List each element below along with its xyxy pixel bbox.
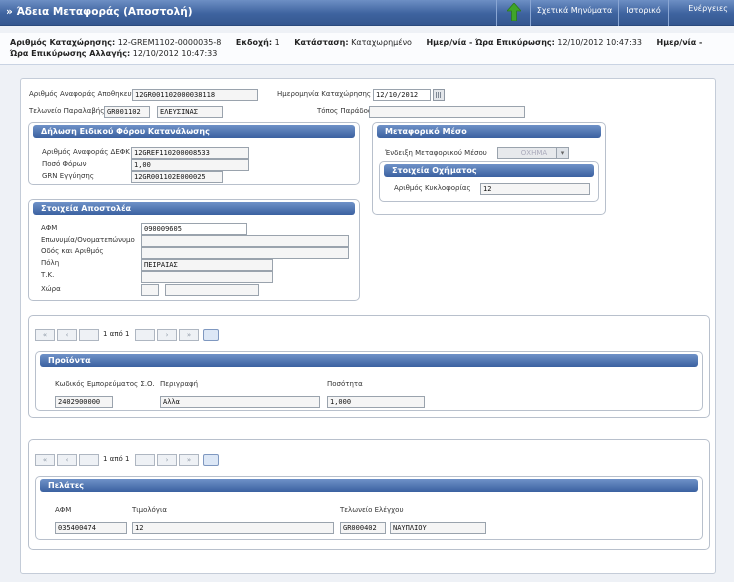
sender-name-label: Επωνυμία/Ονοματεπώνυμο	[41, 236, 135, 244]
clients-col-invoice: Τιμολόγια	[132, 506, 167, 514]
clients-prev-page-button[interactable]: ‹	[57, 454, 77, 466]
window-titlebar: » Άδεια Μεταφοράς (Αποστολή) Σχετικά Μην…	[0, 0, 734, 26]
sender-zip-label: Τ.Κ.	[41, 271, 55, 279]
sender-name-field[interactable]	[141, 235, 349, 247]
record-info-bar: Αριθμός Καταχώρησης: 12-GREM1102-0000035…	[0, 33, 734, 65]
reg-date-label: Ημερ/νία - Ώρα Επικύρωσης:	[426, 38, 555, 47]
products-col-desc: Περιγραφή	[160, 380, 199, 388]
plate-field[interactable]: 12	[480, 183, 590, 195]
products-page-input[interactable]	[79, 329, 99, 341]
customs-name-field[interactable]: ΕΛΕΥΣΙΝΑΣ	[157, 106, 223, 118]
customs-code-field[interactable]: GR001102	[104, 106, 150, 118]
history-button[interactable]: Ιστορικό	[618, 0, 668, 26]
products-page-input-2[interactable]	[135, 329, 155, 341]
vehicle-panel: Στοιχεία Οχήματος Αριθμός Κυκλοφορίας 12	[379, 161, 599, 202]
products-next-page-button[interactable]: ›	[157, 329, 177, 341]
sender-street-label: Οδός και Αριθμός	[41, 247, 104, 255]
clients-page-input[interactable]	[79, 454, 99, 466]
tax-panel-header: Δήλωση Ειδικού Φόρου Κατανάλωσης	[33, 125, 355, 138]
up-arrow-button[interactable]	[496, 0, 530, 26]
clients-next-page-button[interactable]: ›	[157, 454, 177, 466]
clients-first-page-button[interactable]: «	[35, 454, 55, 466]
reg-date-field-label: Ημερομηνία Καταχώρησης	[277, 90, 372, 98]
tax-amount-field[interactable]: 1,00	[131, 159, 249, 171]
client-customs-code-field[interactable]: GR000402	[340, 522, 386, 534]
place-field[interactable]	[369, 106, 525, 118]
products-pager: « ‹ 1 από 1 › »	[35, 329, 219, 341]
products-page-indicator: 1 από 1	[103, 330, 130, 338]
sender-panel-header: Στοιχεία Αποστολέα	[33, 202, 355, 215]
clients-panel: Πελάτες ΑΦΜ Τιμολόγια Τελωνείο Ελέγχου 0…	[35, 476, 703, 540]
products-last-page-button[interactable]: »	[179, 329, 199, 341]
transport-means-label: Ένδειξη Μεταφορικού Μέσου	[385, 149, 487, 157]
warehouse-ref-field[interactable]: 12GR001102000038118	[132, 89, 258, 101]
transport-means-value: ΟΧΗΜΑ	[520, 149, 548, 157]
product-desc-field[interactable]: Αλλα	[160, 396, 320, 408]
client-customs-name-field[interactable]: ΝΑΥΠΛΙΟΥ	[390, 522, 486, 534]
grn-field[interactable]: 12GR001102E000025	[131, 171, 223, 183]
calendar-icon[interactable]	[433, 89, 445, 101]
clients-page-indicator: 1 από 1	[103, 455, 130, 463]
reg-no-value: 12-GREM1102-0000035-8	[117, 38, 222, 47]
clients-last-page-button[interactable]: »	[179, 454, 199, 466]
transport-panel: Μεταφορικό Μέσο Ένδειξη Μεταφορικού Μέσο…	[372, 122, 606, 215]
sender-country-code-field[interactable]	[141, 284, 159, 296]
sender-city-label: Πόλη	[41, 259, 60, 267]
reg-date-field[interactable]: 12/10/2012	[373, 89, 431, 101]
status-label: Κατάσταση:	[294, 38, 349, 47]
sender-afm-label: ΑΦΜ	[41, 224, 58, 232]
product-code-field[interactable]: 2402900000	[55, 396, 113, 408]
mod-date-label-b: Ώρα Επικύρωσης Αλλαγής:	[10, 49, 131, 58]
sender-zip-field[interactable]	[141, 271, 273, 283]
products-panel: Προϊόντα Κωδικός Εμπορεύματος Σ.Ο. Περιγ…	[35, 351, 703, 411]
warehouse-ref-label: Αριθμός Αναφοράς Αποθηκευτή	[29, 90, 141, 98]
mod-date-label-a: Ημερ/νία -	[656, 38, 703, 47]
products-col-qty: Ποσότητα	[327, 380, 363, 388]
chevron-down-icon[interactable]: ▾	[556, 148, 568, 158]
products-first-page-button[interactable]: «	[35, 329, 55, 341]
actions-button[interactable]: Ενέργειες	[668, 0, 734, 26]
products-panel-header: Προϊόντα	[40, 354, 698, 367]
products-section: « ‹ 1 από 1 › » Προϊόντα Κωδικός Εμπορεύ…	[28, 315, 710, 418]
clients-section: « ‹ 1 από 1 › » Πελάτες ΑΦΜ Τιμολόγια Τε…	[28, 439, 710, 550]
vehicle-panel-header: Στοιχεία Οχήματος	[384, 164, 594, 177]
sender-country-label: Χώρα	[41, 285, 61, 293]
client-invoice-field[interactable]: 12	[132, 522, 334, 534]
tax-ref-field[interactable]: 12GREF110200008533	[131, 147, 249, 159]
window-title: » Άδεια Μεταφοράς (Αποστολή)	[6, 6, 193, 18]
grid-view-icon[interactable]	[203, 329, 219, 341]
grn-label: GRN Εγγύησης	[42, 172, 94, 180]
transport-means-select[interactable]: ΟΧΗΜΑ ▾	[497, 147, 569, 159]
grid-view-icon[interactable]	[203, 454, 219, 466]
plate-label: Αριθμός Κυκλοφορίας	[394, 184, 471, 192]
products-prev-page-button[interactable]: ‹	[57, 329, 77, 341]
clients-col-afm: ΑΦΜ	[55, 506, 72, 514]
clients-pager: « ‹ 1 από 1 › »	[35, 454, 219, 466]
sender-afm-field[interactable]: 090009605	[141, 223, 247, 235]
tax-ref-label: Αριθμός Αναφοράς ΔΕΦΚ	[42, 148, 130, 156]
reg-date-value: 12/10/2012 10:47:33	[557, 38, 642, 47]
reg-no-label: Αριθμός Καταχώρησης:	[10, 38, 116, 47]
version-value: 1	[274, 38, 280, 47]
sender-country-name-field[interactable]	[165, 284, 259, 296]
product-qty-field[interactable]: 1,000	[327, 396, 425, 408]
tax-amount-label: Ποσό Φόρων	[42, 160, 87, 168]
status-value: Καταχωρημένο	[351, 38, 412, 47]
clients-col-customs: Τελωνείο Ελέγχου	[340, 506, 404, 514]
client-afm-field[interactable]: 035400474	[55, 522, 127, 534]
customs-label: Τελωνείο Παραλαβής	[29, 107, 105, 115]
mod-date-value: 12/10/2012 10:47:33	[132, 49, 218, 58]
sender-panel: Στοιχεία Αποστολέα ΑΦΜ 090009605 Επωνυμί…	[28, 199, 360, 301]
main-form: Αριθμός Αναφοράς Αποθηκευτή 12GR00110200…	[20, 78, 716, 574]
clients-page-input-2[interactable]	[135, 454, 155, 466]
tax-panel: Δήλωση Ειδικού Φόρου Κατανάλωσης Αριθμός…	[28, 122, 360, 185]
transport-panel-header: Μεταφορικό Μέσο	[377, 125, 601, 138]
related-messages-button[interactable]: Σχετικά Μηνύματα	[530, 0, 618, 26]
green-up-arrow-icon	[505, 2, 522, 22]
products-col-code: Κωδικός Εμπορεύματος Σ.Ο.	[55, 380, 155, 388]
clients-panel-header: Πελάτες	[40, 479, 698, 492]
version-label: Εκδοχή:	[235, 38, 273, 47]
sender-street-field[interactable]	[141, 247, 349, 259]
sender-city-field[interactable]: ΠΕΙΡΑΙΑΣ	[141, 259, 273, 271]
